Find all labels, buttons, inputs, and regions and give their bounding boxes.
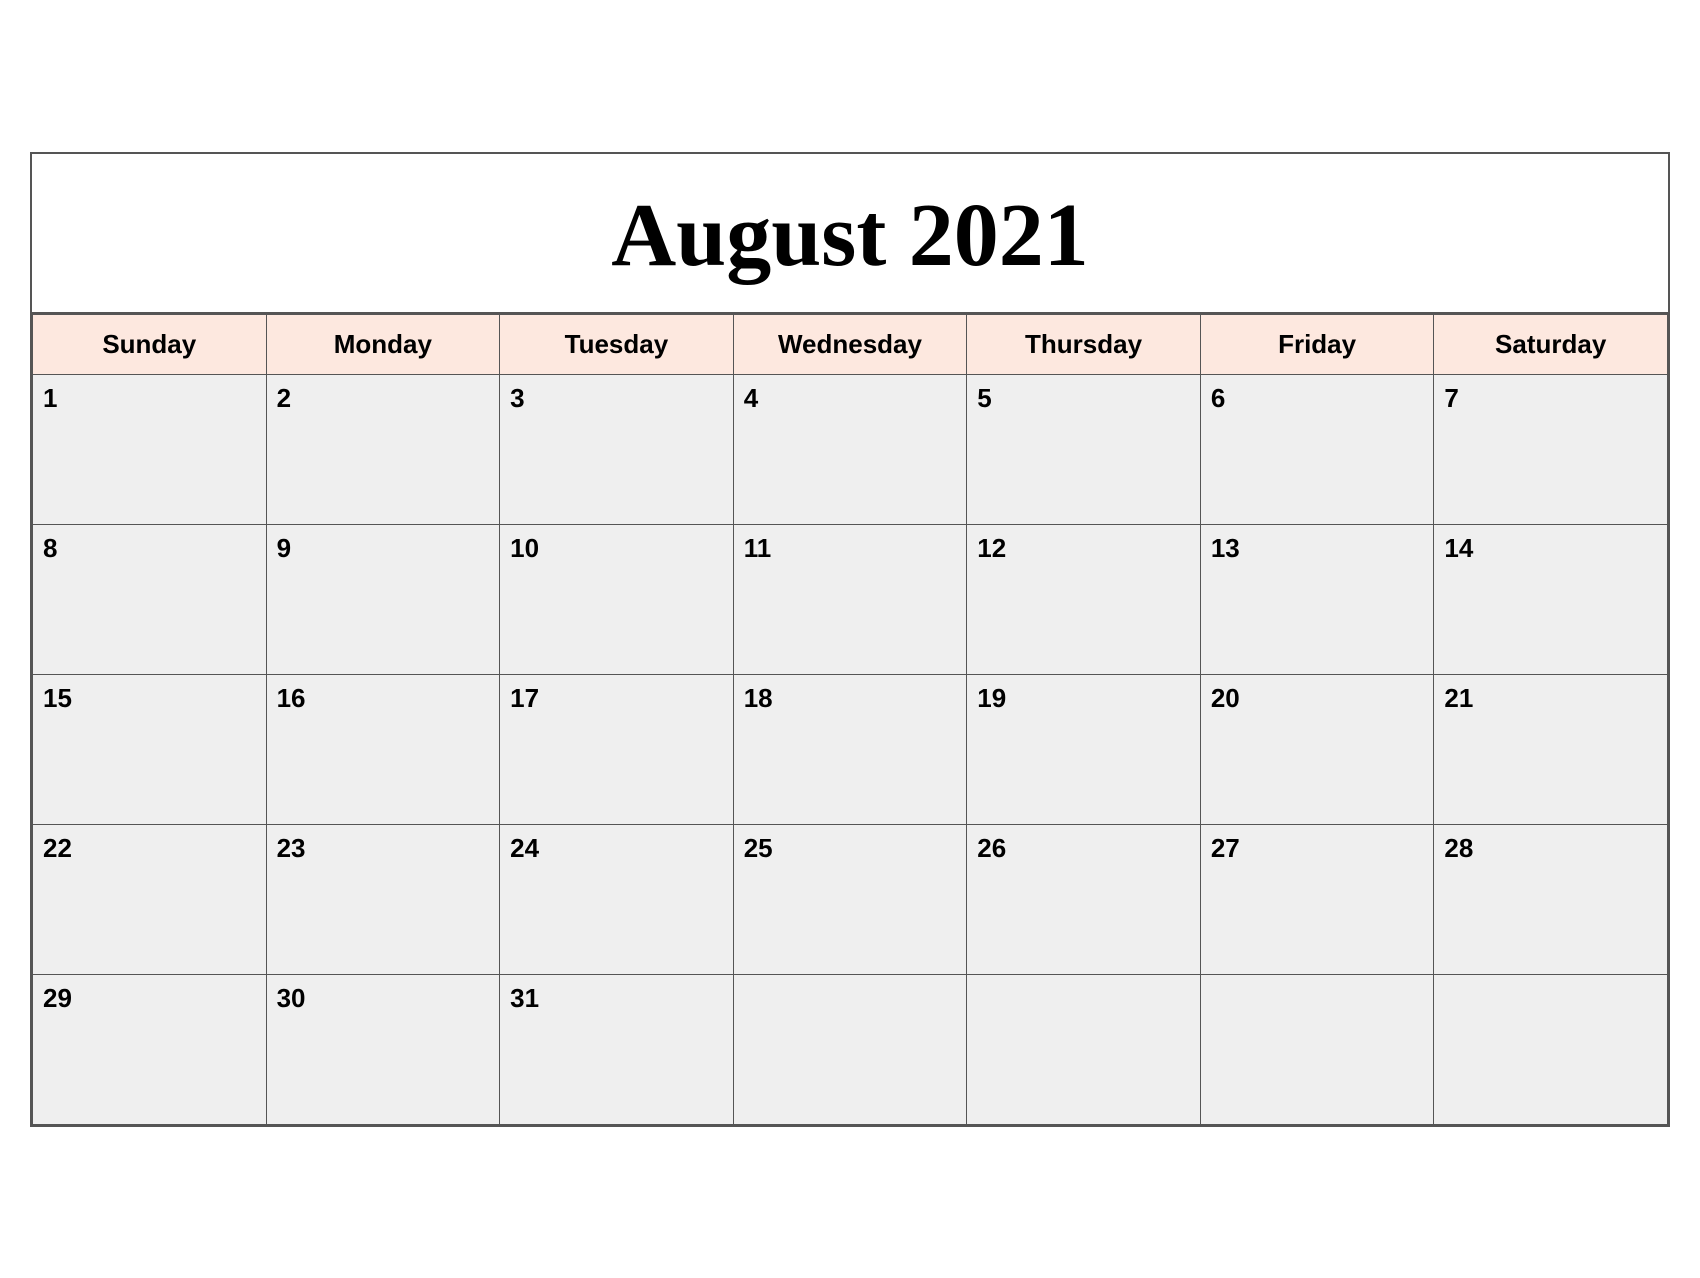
day-number: 11 (744, 533, 957, 564)
day-number: 9 (277, 533, 490, 564)
day-cell-29: 29 (33, 974, 267, 1124)
header-row: SundayMondayTuesdayWednesdayThursdayFrid… (33, 314, 1668, 374)
day-number: 18 (744, 683, 957, 714)
header-monday: Monday (266, 314, 500, 374)
day-cell-17: 17 (500, 674, 734, 824)
day-cell-20: 20 (1200, 674, 1434, 824)
day-number: 12 (977, 533, 1190, 564)
header-tuesday: Tuesday (500, 314, 734, 374)
day-number: 28 (1444, 833, 1657, 864)
day-cell-21: 21 (1434, 674, 1668, 824)
day-cell-30: 30 (266, 974, 500, 1124)
week-row-4: 22 23 24 25 26 27 28 (33, 824, 1668, 974)
day-number: 24 (510, 833, 723, 864)
header-friday: Friday (1200, 314, 1434, 374)
day-number: 20 (1211, 683, 1424, 714)
calendar-container: August 2021 SundayMondayTuesdayWednesday… (30, 152, 1670, 1127)
day-number: 26 (977, 833, 1190, 864)
header-saturday: Saturday (1434, 314, 1668, 374)
empty-cell (1200, 974, 1434, 1124)
day-cell-18: 18 (733, 674, 967, 824)
day-cell-2: 2 (266, 374, 500, 524)
day-cell-24: 24 (500, 824, 734, 974)
day-cell-27: 27 (1200, 824, 1434, 974)
day-number: 27 (1211, 833, 1424, 864)
day-cell-13: 13 (1200, 524, 1434, 674)
day-number: 6 (1211, 383, 1424, 414)
day-cell-23: 23 (266, 824, 500, 974)
empty-cell (733, 974, 967, 1124)
day-number: 19 (977, 683, 1190, 714)
header-sunday: Sunday (33, 314, 267, 374)
day-number: 2 (277, 383, 490, 414)
day-number: 13 (1211, 533, 1424, 564)
day-cell-3: 3 (500, 374, 734, 524)
header-thursday: Thursday (967, 314, 1201, 374)
week-row-2: 89 10 11 12 13 14 (33, 524, 1668, 674)
day-number: 22 (43, 833, 256, 864)
day-number: 25 (744, 833, 957, 864)
day-cell-4: 4 (733, 374, 967, 524)
day-number: 3 (510, 383, 723, 414)
day-cell-22: 22 (33, 824, 267, 974)
empty-cell (1434, 974, 1668, 1124)
day-cell-14: 14 (1434, 524, 1668, 674)
day-number: 15 (43, 683, 256, 714)
day-number: 14 (1444, 533, 1657, 564)
calendar-title: August 2021 (32, 154, 1668, 314)
day-cell-9: 9 (266, 524, 500, 674)
day-number: 21 (1444, 683, 1657, 714)
day-cell-15: 15 (33, 674, 267, 824)
day-number: 7 (1444, 383, 1657, 414)
day-cell-5: 5 (967, 374, 1201, 524)
day-number: 29 (43, 983, 256, 1014)
day-cell-26: 26 (967, 824, 1201, 974)
header-wednesday: Wednesday (733, 314, 967, 374)
day-cell-7: 7 (1434, 374, 1668, 524)
day-cell-8: 8 (33, 524, 267, 674)
day-cell-1: 1 (33, 374, 267, 524)
day-cell-11: 11 (733, 524, 967, 674)
day-number: 17 (510, 683, 723, 714)
day-cell-28: 28 (1434, 824, 1668, 974)
day-cell-12: 12 (967, 524, 1201, 674)
day-cell-16: 16 (266, 674, 500, 824)
week-row-5: 29 30 31 (33, 974, 1668, 1124)
day-number: 16 (277, 683, 490, 714)
week-row-1: 1234567 (33, 374, 1668, 524)
empty-cell (967, 974, 1201, 1124)
day-cell-31: 31 (500, 974, 734, 1124)
calendar-grid: SundayMondayTuesdayWednesdayThursdayFrid… (32, 314, 1668, 1125)
day-number: 31 (510, 983, 723, 1014)
week-row-3: 15 16 17 18 19 20 21 (33, 674, 1668, 824)
day-number: 4 (744, 383, 957, 414)
day-number: 1 (43, 383, 256, 414)
day-cell-10: 10 (500, 524, 734, 674)
day-number: 10 (510, 533, 723, 564)
day-cell-6: 6 (1200, 374, 1434, 524)
day-number: 30 (277, 983, 490, 1014)
day-cell-25: 25 (733, 824, 967, 974)
day-number: 8 (43, 533, 256, 564)
day-number: 5 (977, 383, 1190, 414)
day-number: 23 (277, 833, 490, 864)
day-cell-19: 19 (967, 674, 1201, 824)
